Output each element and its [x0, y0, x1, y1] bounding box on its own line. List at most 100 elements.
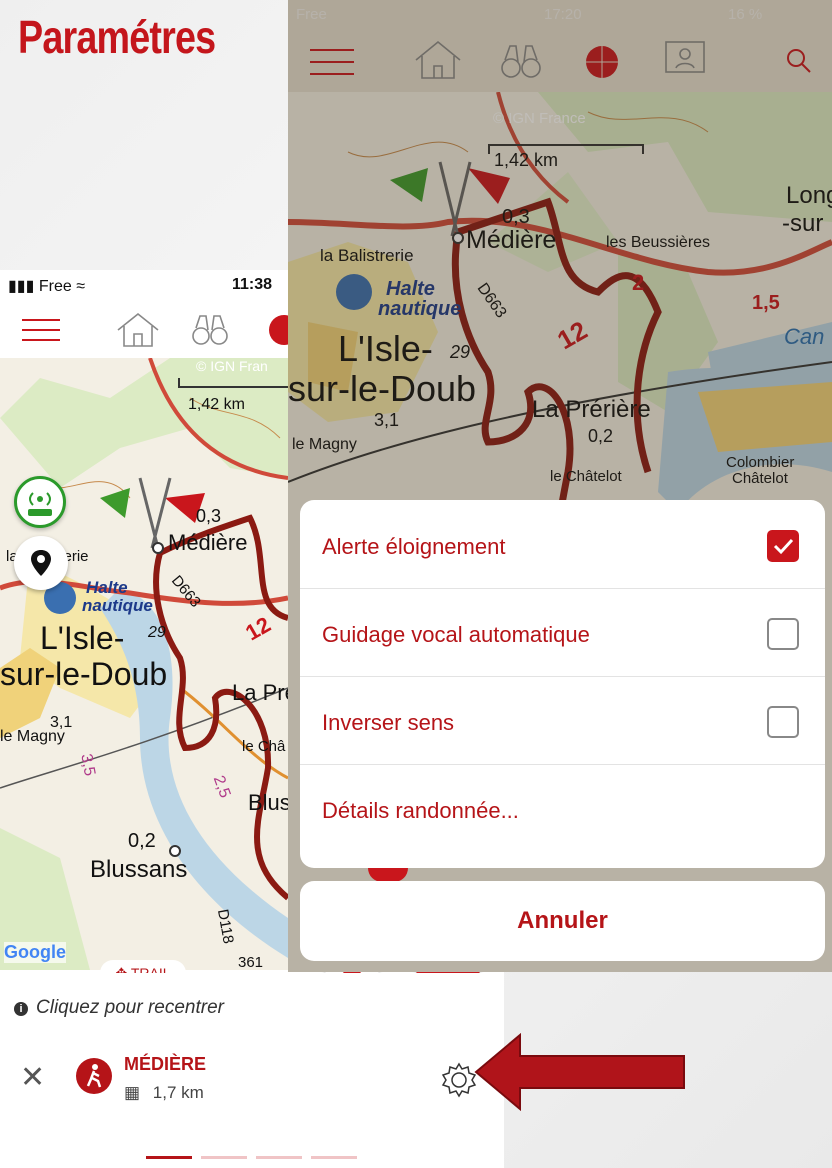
map-label-preriere: La Prérière — [532, 396, 651, 423]
map-label-361: 361 — [238, 954, 264, 970]
map-label-blussans: Blussans — [90, 856, 188, 883]
antenna-icon — [28, 492, 52, 516]
menu-icon[interactable] — [22, 319, 60, 341]
menu-item-label: Alerte éloignement — [322, 534, 506, 559]
location-pin-icon — [31, 550, 51, 576]
map-label-colombier-2: Châtelot — [732, 470, 788, 487]
map-scale: 1,42 km — [188, 396, 245, 413]
battery-label: 16 % — [728, 6, 763, 23]
map-label-colombier: Colombier — [726, 454, 795, 471]
map-label-long: Long — [786, 182, 832, 209]
annotation-arrow-icon — [474, 1033, 685, 1111]
home-icon[interactable] — [117, 312, 159, 347]
menu-item-guidage[interactable]: Guidage vocal automatique — [300, 588, 825, 677]
cancel-button[interactable]: Annuler — [300, 881, 825, 961]
menu-item-inverser[interactable]: Inverser sens — [300, 676, 825, 765]
page-title: Paramétres — [18, 11, 216, 63]
search-icon[interactable] — [787, 49, 811, 73]
globe-icon[interactable] — [586, 46, 618, 78]
menu-item-label: Guidage vocal automatique — [322, 622, 590, 647]
nav-icons — [22, 312, 288, 347]
binoculars-icon[interactable] — [192, 315, 228, 345]
carrier-label: ▮▮▮ Free ≈ — [8, 278, 86, 295]
map-scale: 1,42 km — [494, 150, 559, 170]
map-label-blus: Blus — [248, 790, 288, 815]
map-label-nautique: nautique — [378, 298, 462, 320]
map-label-mediere: Médière — [168, 530, 248, 555]
top-nav — [288, 32, 832, 92]
map-view[interactable]: © IGN Fran 1,42 km 0,3 Médière la Balist… — [0, 358, 288, 970]
wifi-icon: ≈ — [76, 278, 86, 295]
map-label-chatelot: le Châ — [242, 738, 286, 755]
locate-button[interactable] — [14, 536, 68, 590]
close-icon[interactable]: ✕ — [20, 1063, 45, 1093]
map-label-balistrerie: la Balistrerie — [320, 246, 414, 265]
map-label-isle: L'Isle- — [338, 328, 433, 369]
page-dot — [201, 1156, 247, 1159]
right-phone-screen: Free 17:20 16 % © IGN France 1,42 km 0,3… — [288, 0, 832, 972]
hike-distance: ▦ 1,7 km — [124, 1083, 204, 1102]
map-label-35: 3,5 — [77, 752, 98, 778]
carrier-label: Free — [296, 6, 327, 23]
map-label-isle: L'Isle- — [40, 620, 125, 656]
map-label-2: 2 — [632, 270, 645, 295]
status-time: 17:20 — [544, 6, 582, 23]
profile-folder-icon[interactable] — [665, 41, 705, 73]
map-label-can: Can — [784, 324, 825, 349]
globe-icon[interactable] — [269, 315, 288, 345]
info-icon: i — [14, 1002, 28, 1016]
hike-bottom-sheet: i Cliquez pour recentrer ✕ MÉDIÈRE ▦ 1,7 … — [0, 973, 504, 1168]
map-label-nautique: nautique — [82, 596, 153, 615]
map-label-doubs: sur-le-Doub — [288, 368, 477, 409]
map-label-15: 1,5 — [752, 292, 780, 314]
checkmark-icon — [773, 538, 794, 555]
top-nav — [0, 302, 288, 359]
status-time: 11:38 — [232, 276, 273, 293]
map-label-29: 29 — [148, 624, 166, 641]
map-label-31: 3,1 — [50, 714, 73, 731]
map-label-29: 29 — [450, 342, 471, 362]
menu-item-details[interactable]: Détails randonnée... — [300, 764, 825, 852]
map-label-chatelot: le Châtelot — [550, 468, 622, 485]
binoculars-icon[interactable] — [501, 45, 541, 78]
google-logo: Google — [4, 942, 66, 963]
menu-item-label: Détails randonnée... — [322, 798, 519, 823]
settings-gear-button[interactable] — [440, 1061, 478, 1099]
status-bar: Free 17:20 16 % — [288, 0, 832, 32]
map-label-magny: le Magny — [292, 436, 357, 453]
menu-icon[interactable] — [310, 49, 354, 75]
map-attribution: © IGN Fran — [196, 358, 268, 374]
map-label-beussieres: les Beussières — [606, 234, 711, 251]
hike-name[interactable]: MÉDIÈRE — [124, 1054, 206, 1075]
gear-icon — [441, 1062, 477, 1098]
map-icon: ▦ — [124, 1083, 141, 1102]
hiker-icon — [76, 1058, 112, 1094]
menu-item-alerte[interactable]: Alerte éloignement — [300, 500, 825, 589]
map-label-preriere-dist: 0,2 — [588, 426, 614, 446]
checkbox-unchecked[interactable] — [767, 618, 799, 650]
peek-bottom-sheet — [288, 868, 832, 882]
page-dot — [311, 1156, 357, 1159]
map-label-prer: La Pré — [232, 680, 288, 705]
map-label-mediere-dist: 0,3 — [196, 506, 222, 526]
checkbox-checked[interactable] — [767, 530, 799, 562]
status-bar: ▮▮▮ Free ≈ 11:38 — [0, 270, 288, 302]
map-label-sur: -sur — [782, 210, 824, 237]
settings-action-sheet: Alerte éloignement Guidage vocal automat… — [300, 500, 825, 868]
map-label-doubs: sur-le-Doub — [0, 656, 168, 692]
map-label-mediere: Médière — [466, 226, 557, 254]
data-mode-button[interactable] — [14, 476, 66, 528]
signal-icon: ▮▮▮ — [8, 278, 35, 295]
nav-icons — [310, 40, 811, 79]
menu-item-label: Inverser sens — [322, 710, 455, 735]
page-dot — [256, 1156, 302, 1159]
map-attribution: © IGN France — [493, 110, 586, 127]
page-indicator — [146, 1156, 358, 1159]
map-label-blussans-dist: 0,2 — [128, 830, 156, 852]
map-label-31: 3,1 — [374, 410, 400, 430]
home-icon[interactable] — [415, 40, 461, 79]
checkbox-unchecked[interactable] — [767, 706, 799, 738]
map-label-halte: Halte — [86, 578, 128, 597]
page-dot-active — [146, 1156, 192, 1159]
recenter-hint[interactable]: i Cliquez pour recentrer — [14, 997, 224, 1019]
